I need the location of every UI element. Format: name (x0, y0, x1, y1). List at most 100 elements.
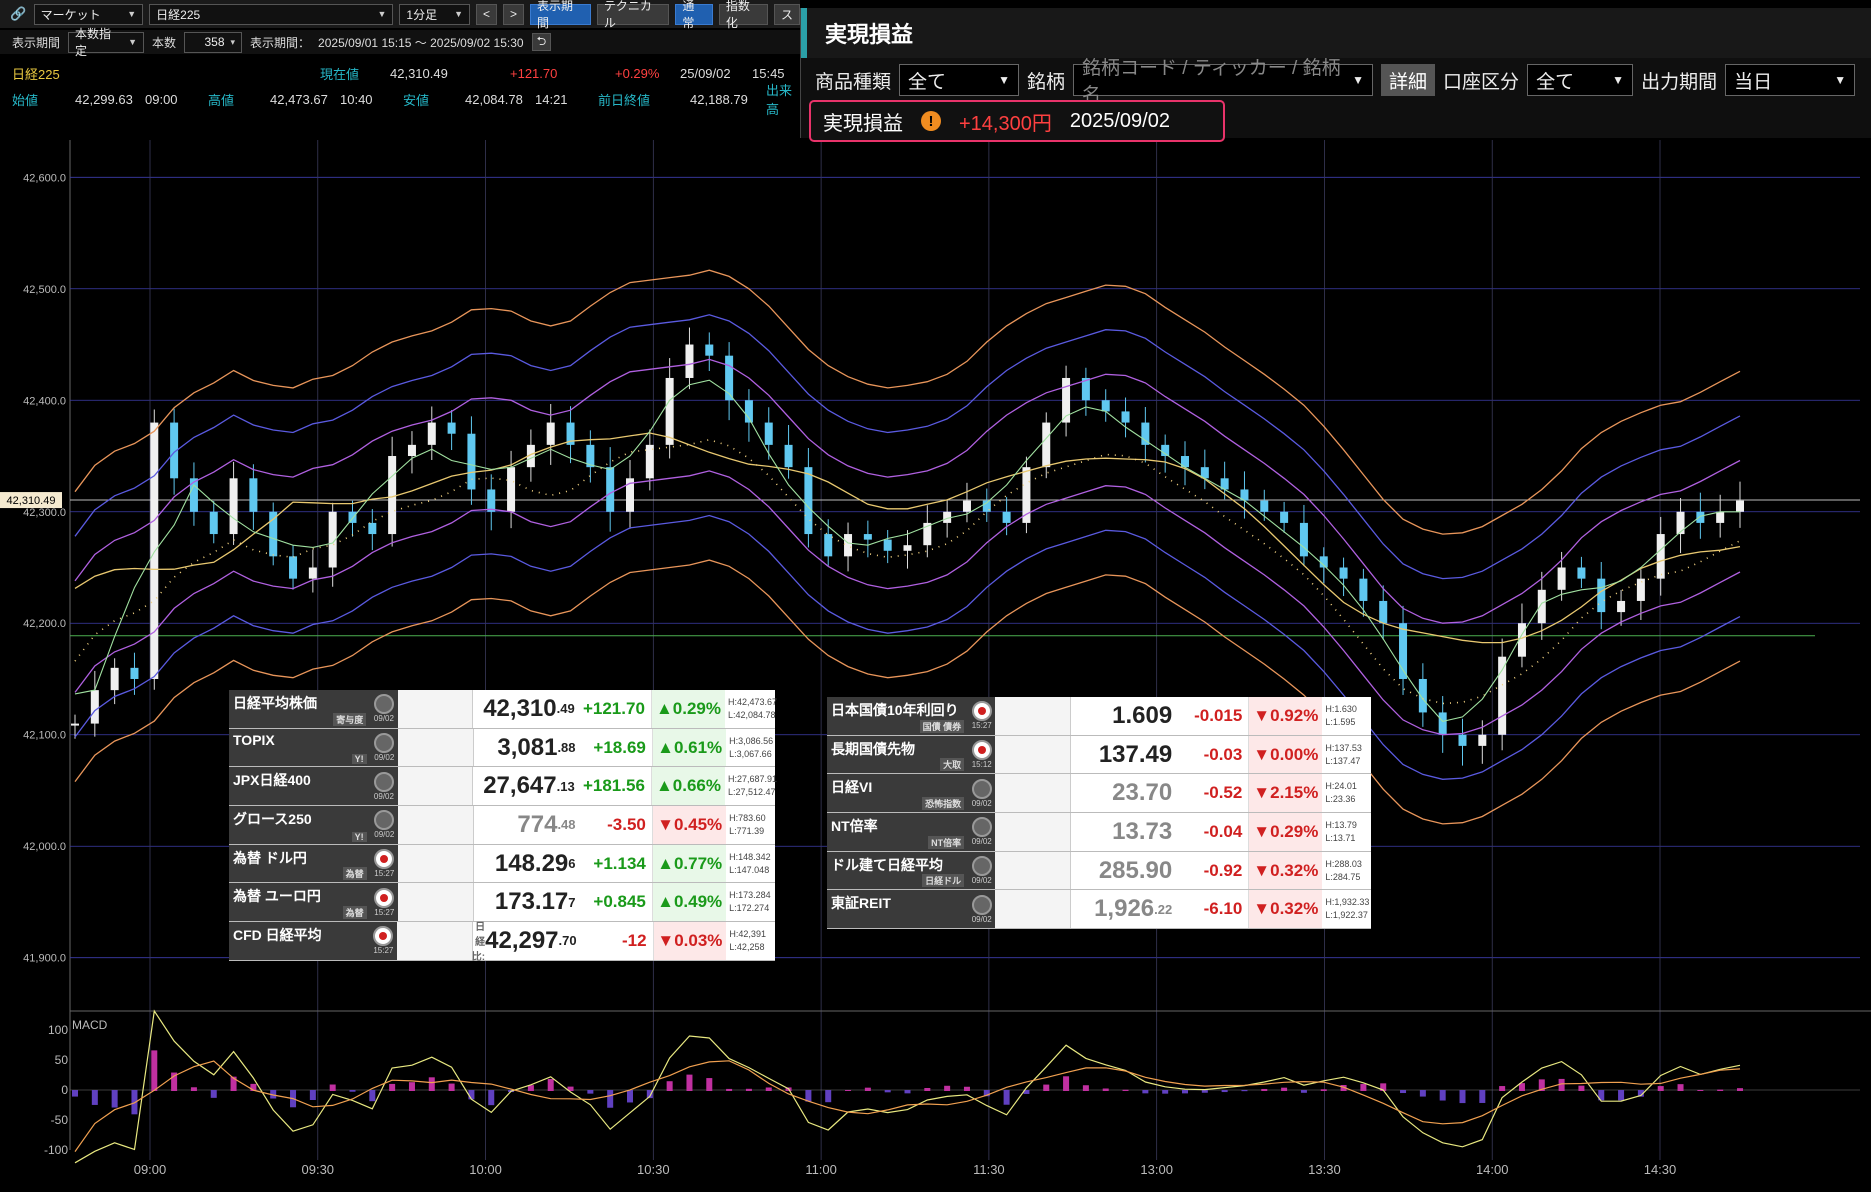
market-row[interactable]: CFD 日経平均 15:27 日経比: 42,297.70 -12 ▼0.03% … (229, 922, 775, 963)
normal-button[interactable]: 通常 (675, 0, 713, 30)
output-period-select[interactable]: 当日 ▼ (1725, 64, 1856, 96)
price-decimal: .88 (557, 740, 576, 756)
macd-histogram-bar (309, 1090, 316, 1100)
market-change-pct: ▲0.29% (650, 690, 725, 728)
market-row[interactable]: 日本国債10年利回り 国債 債券 15:27 1.609 -0.015 ▼0.92… (827, 697, 1371, 736)
candle-body (130, 667, 139, 679)
candle-body (90, 690, 99, 724)
macd-histogram-bar (428, 1077, 435, 1091)
open-time: 09:00 (145, 91, 178, 107)
market-date: 15:27 (374, 869, 395, 879)
market-change: -0.015 (1194, 705, 1243, 725)
technical-button[interactable]: テクニカル (596, 0, 670, 30)
market-high-low: H:42,473.67 L:42,084.78 (725, 690, 778, 728)
display-period-button[interactable]: 表示期間 (530, 0, 591, 30)
market-select[interactable]: マーケット ▼ (33, 3, 144, 25)
current-label: 現在値 (320, 66, 360, 82)
link-icon[interactable]: 🔗 (10, 6, 28, 22)
x-tick-label: 10:30 (637, 1162, 670, 1177)
market-row[interactable]: NT倍率 NT倍率 09/02 13.73 -0.04 ▼0.29% H:13.7… (827, 813, 1371, 852)
market-low: L:771.39 (729, 825, 765, 836)
current-price-tag-label: 42,310.49 (7, 495, 56, 507)
market-row[interactable]: グロース250 Y! 09/02 774.48 -3.50 ▼0.45% H:78… (229, 806, 775, 845)
price-main: 137.49 (1098, 740, 1173, 768)
market-name-text: ドル建て日経平均 (831, 856, 943, 873)
macd-label: MACD (72, 1018, 108, 1032)
period-label: 表示期間 (12, 35, 61, 50)
macd-histogram-bar (706, 1078, 713, 1091)
market-change: -0.52 (1203, 783, 1243, 803)
candle-body (1478, 734, 1487, 746)
macd-histogram-bar (1122, 1089, 1129, 1091)
candle-body (447, 422, 456, 434)
candle-body (1379, 600, 1388, 624)
market-name: JPX日経400 (229, 767, 371, 806)
flag-icon (374, 849, 395, 870)
interval-select[interactable]: 1分足 ▼ (399, 3, 470, 25)
macd-histogram-bar (864, 1087, 871, 1091)
market-low: L:1.595 (1325, 716, 1356, 727)
market-name-text: TOPIX (233, 731, 275, 748)
market-high: H:42,473.67 (728, 696, 778, 707)
pnl-result-label: 実現損益 (823, 112, 903, 135)
macd-histogram-bar (1162, 1090, 1169, 1094)
market-row[interactable]: 東証REIT 09/02 1,926.22 -6.10 ▼0.32% H:1,9… (827, 890, 1371, 930)
market-row[interactable]: 日経平均株価 寄与度 09/02 42,310.49 +121.70 ▲0.29%… (229, 690, 778, 729)
market-row[interactable]: 為替 ユーロ円 為替 15:27 173.17 7 +0.845 ▲0.49% H:… (229, 883, 775, 923)
market-name: 東証REIT (827, 890, 969, 929)
flag-icon (971, 778, 992, 799)
market-high: H:24.01 (1325, 781, 1357, 792)
prev-button[interactable]: < (475, 3, 497, 25)
macd-histogram-bar (1499, 1086, 1506, 1091)
market-row[interactable]: 日経VI 恐怖指数 09/02 23.70 -0.52 ▼2.15% H:24.0… (827, 774, 1371, 814)
market-high-low: H:27,687.91 L:27,512.47 (725, 767, 777, 805)
market-high: H:1.630 (1325, 703, 1357, 714)
market-flag: 15:12 (968, 735, 996, 774)
macd-histogram-bar (884, 1090, 891, 1093)
macd-histogram-bar (587, 1090, 594, 1094)
macd-histogram-bar (448, 1083, 455, 1091)
next-button[interactable]: > (503, 3, 525, 25)
market-row[interactable]: JPX日経400 09/02 27,647.13 +181.56 ▲0.66% … (229, 767, 777, 807)
market-price: 27,647.13 (473, 767, 580, 805)
symbol-select-label: 日経225 (156, 7, 201, 22)
product-select[interactable]: 全て ▼ (899, 64, 1020, 96)
market-price: 173.17 7 (474, 883, 581, 921)
market-name: グロース250 Y! (229, 806, 371, 844)
warning-icon[interactable]: ! (921, 111, 941, 131)
macd-histogram-bar (1261, 1088, 1268, 1091)
index-button[interactable]: 指数化 (718, 0, 768, 30)
chevron-down-icon: ▼ (998, 73, 1011, 87)
candle-body (705, 344, 714, 356)
market-date: 15:27 (373, 946, 394, 956)
extra-button[interactable]: ス (773, 3, 800, 25)
market-row[interactable]: ドル建て日経平均 日経ドル 09/02 285.90 -0.92 ▼0.32% H… (827, 851, 1371, 891)
market-low: L:147.048 (729, 864, 770, 875)
reset-icon[interactable]: ⮌ (531, 33, 552, 51)
macd-histogram-bar (329, 1084, 336, 1091)
market-row[interactable]: TOPIX Y! 09/02 3,081.88 +18.69 ▲0.61% H:3… (229, 728, 775, 768)
market-change-pct: ▲0.66% (650, 767, 725, 806)
macd-histogram-bar (765, 1087, 772, 1091)
low-label: 安値 (403, 92, 430, 108)
prev-close-value: 42,188.79 (690, 91, 748, 107)
candle-body (863, 534, 872, 540)
market-row[interactable]: 長期国債先物 大取 15:12 137.49 -0.03 ▼0.00% H:137… (827, 735, 1371, 775)
symbol-select[interactable]: 日経225 ▼ (149, 3, 394, 25)
market-name-text: 為替 ドル円 (233, 849, 307, 866)
stepper-icon[interactable]: ▾ (231, 37, 236, 48)
market-high-low: H:173.284 L:172.274 (726, 883, 775, 921)
symbol-search-input[interactable]: 銘柄コード / ティッカー / 銘柄名 ▼ (1073, 58, 1374, 106)
candle-body (249, 478, 258, 512)
period-mode-select[interactable]: 本数指定 ▼ (68, 27, 145, 58)
count-input[interactable]: 358 ▾ (184, 31, 243, 53)
market-change-pct: ▼0.29% (1248, 813, 1323, 851)
price-chart[interactable]: 42,600.0 42,500.0 42,400.0 42,300.0 42,200.0… (0, 110, 1871, 1192)
flag-icon (373, 694, 394, 715)
market-price: 137.49 (1071, 736, 1178, 774)
market-row[interactable]: 為替 ドル円 為替 15:27 148.29 6 +1.134 ▲0.77% H:1… (229, 844, 775, 884)
detail-button[interactable]: 詳細 (1381, 64, 1436, 96)
market-name: NT倍率 NT倍率 (827, 813, 969, 851)
account-select[interactable]: 全て ▼ (1527, 64, 1634, 96)
candle-body (804, 467, 813, 535)
